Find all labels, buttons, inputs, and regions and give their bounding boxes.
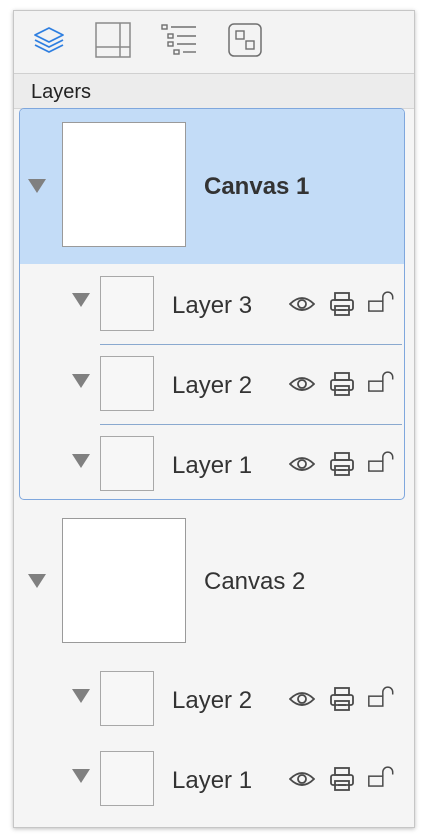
canvas-size-icon [95, 21, 131, 63]
canvas-size-tab[interactable] [95, 21, 131, 59]
layer-name[interactable]: Layer 3 [172, 292, 252, 320]
disclosure-triangle-icon[interactable] [72, 689, 90, 703]
layers-section-header: Layers [14, 74, 414, 109]
printer-icon[interactable] [328, 685, 356, 713]
layers-tab[interactable] [32, 25, 66, 59]
layer-row[interactable]: Layer 1 [20, 425, 404, 499]
unlocked-icon[interactable] [368, 368, 396, 396]
canvas-row-2[interactable]: Canvas 2 [14, 506, 414, 661]
disclosure-triangle-icon[interactable] [28, 179, 46, 193]
unlocked-icon[interactable] [368, 763, 396, 791]
printer-icon[interactable] [328, 450, 356, 478]
printer-icon[interactable] [328, 370, 356, 398]
canvas-thumbnail [62, 518, 186, 643]
unlocked-icon[interactable] [368, 448, 396, 476]
eye-icon[interactable] [288, 685, 316, 713]
canvas-name[interactable]: Canvas 2 [204, 568, 305, 596]
layer-name[interactable]: Layer 2 [172, 372, 252, 400]
eye-icon[interactable] [288, 370, 316, 398]
object-icon [228, 22, 262, 62]
layer-thumbnail [100, 751, 154, 806]
disclosure-triangle-icon[interactable] [28, 574, 46, 588]
section-title: Layers [31, 81, 92, 103]
canvas-name[interactable]: Canvas 1 [204, 173, 309, 201]
layer-row[interactable]: Layer 2 [14, 661, 414, 741]
layer-thumbnail [100, 356, 154, 411]
printer-icon[interactable] [328, 290, 356, 318]
eye-icon[interactable] [288, 290, 316, 318]
object-tab[interactable] [228, 22, 262, 62]
layer-name[interactable]: Layer 2 [172, 687, 252, 715]
layer-name[interactable]: Layer 1 [172, 452, 252, 480]
unlocked-icon[interactable] [368, 288, 396, 316]
layer-name[interactable]: Layer 1 [172, 767, 252, 795]
disclosure-triangle-icon[interactable] [72, 374, 90, 388]
inspector-toolbar [14, 11, 414, 74]
layers-icon [32, 25, 66, 60]
printer-icon[interactable] [328, 765, 356, 793]
layer-row[interactable]: Layer 2 [20, 345, 404, 425]
layer-thumbnail [100, 436, 154, 491]
outline-tab[interactable] [160, 23, 198, 62]
canvas-group-1[interactable]: Canvas 1 Layer 3 Layer 2 Layer 1 [19, 108, 405, 500]
disclosure-triangle-icon[interactable] [72, 454, 90, 468]
disclosure-triangle-icon[interactable] [72, 293, 90, 307]
canvas-row-1[interactable]: Canvas 1 [20, 109, 404, 264]
layer-thumbnail [100, 276, 154, 331]
layer-row[interactable]: Layer 1 [14, 741, 414, 821]
layer-row[interactable]: Layer 3 [20, 264, 404, 344]
disclosure-triangle-icon[interactable] [72, 769, 90, 783]
layer-thumbnail [100, 671, 154, 726]
outline-icon [160, 23, 198, 62]
unlocked-icon[interactable] [368, 683, 396, 711]
layers-panel: Layers Canvas 1 Layer 3 Layer 2 Layer 1 … [13, 10, 415, 828]
canvas-thumbnail [62, 122, 186, 247]
eye-icon[interactable] [288, 765, 316, 793]
eye-icon[interactable] [288, 450, 316, 478]
